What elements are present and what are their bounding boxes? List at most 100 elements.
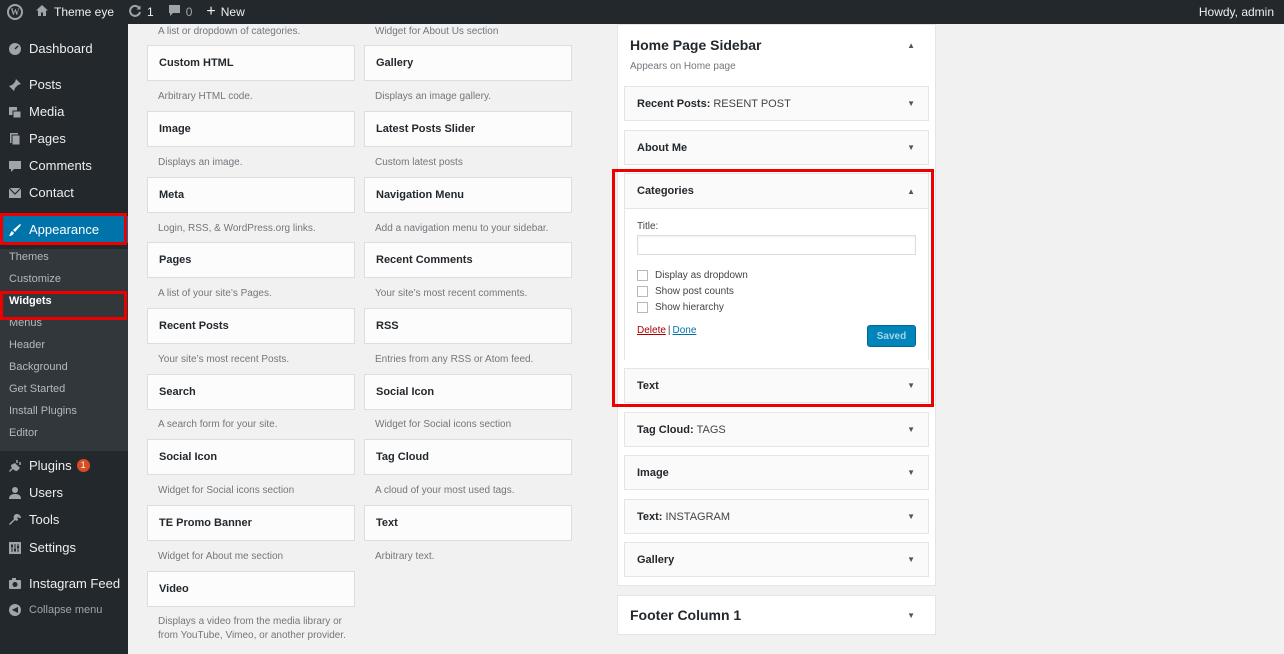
checkbox[interactable] xyxy=(637,285,648,297)
comments-link[interactable]: 0 xyxy=(161,0,200,24)
menu-comments-label: Comments xyxy=(29,158,92,173)
saved-button[interactable]: Saved xyxy=(867,325,916,347)
widget-text[interactable]: Text xyxy=(364,505,572,541)
submenu-customize[interactable]: Customize xyxy=(9,271,61,287)
menu-users-label: Users xyxy=(29,485,63,500)
menu-posts[interactable]: Posts xyxy=(0,71,128,98)
submenu-editor[interactable]: Editor xyxy=(9,425,38,441)
sidebar-widget-tag-cloud[interactable]: Tag Cloud: TAGS ▼ xyxy=(624,412,929,447)
menu-contact[interactable]: Contact xyxy=(0,179,128,206)
sidebar-widget-gallery[interactable]: Gallery ▼ xyxy=(624,542,929,577)
widget-latest-posts-slider[interactable]: Latest Posts Slider xyxy=(364,111,572,147)
option-display-as-dropdown[interactable]: Display as dropdown xyxy=(637,267,916,283)
widget-rss[interactable]: RSS xyxy=(364,308,572,344)
menu-appearance[interactable]: Appearance xyxy=(0,216,128,243)
widget-image[interactable]: Image xyxy=(147,111,355,147)
collapse-menu-button[interactable]: ◀ Collapse menu xyxy=(0,596,128,623)
caret-down-icon[interactable]: ▼ xyxy=(907,512,915,521)
menu-dashboard[interactable]: Dashboard xyxy=(0,35,128,62)
wordpress-logo-button[interactable]: W xyxy=(2,0,28,24)
link-separator: | xyxy=(667,325,671,336)
menu-settings[interactable]: Settings xyxy=(0,534,128,561)
menu-media[interactable]: Media xyxy=(0,98,128,125)
title-field[interactable] xyxy=(637,235,916,255)
sidebar-widget-text[interactable]: Text ▼ xyxy=(624,368,929,403)
widget-instance-title: TAGS xyxy=(696,423,726,436)
widget-search[interactable]: Search xyxy=(147,374,355,410)
comments-icon xyxy=(8,159,22,173)
camera-icon xyxy=(8,577,22,591)
collapse-arrow-icon: ◀ xyxy=(9,603,21,616)
home-sidebar-title[interactable]: Home Page Sidebar xyxy=(630,37,762,53)
new-content-link[interactable]: + New xyxy=(199,0,251,24)
caret-down-icon[interactable]: ▼ xyxy=(907,611,915,620)
sidebar-widget-recent-posts[interactable]: Recent Posts: RESENT POST ▼ xyxy=(624,86,929,121)
widget-desc: A search form for your site. xyxy=(158,419,278,430)
site-name-link[interactable]: Theme eye xyxy=(28,0,121,24)
delete-link[interactable]: Delete xyxy=(637,325,666,336)
categories-widget-header[interactable]: Categories ▲ xyxy=(625,174,928,209)
sidebar-widget-text-instagram[interactable]: Text: INSTAGRAM ▼ xyxy=(624,499,929,534)
widget-desc-about-us: Widget for About Us section xyxy=(375,26,499,37)
widget-recent-comments[interactable]: Recent Comments xyxy=(364,242,572,278)
widget-pages[interactable]: Pages xyxy=(147,242,355,278)
caret-down-icon[interactable]: ▼ xyxy=(907,99,915,108)
menu-users[interactable]: Users xyxy=(0,479,128,506)
widget-meta[interactable]: Meta xyxy=(147,177,355,213)
submenu-install-plugins[interactable]: Install Plugins xyxy=(9,403,77,419)
title-field-label: Title: xyxy=(637,221,659,232)
submenu-header[interactable]: Header xyxy=(9,337,45,353)
caret-down-icon[interactable]: ▼ xyxy=(907,381,915,390)
widget-recent-posts[interactable]: Recent Posts xyxy=(147,308,355,344)
widget-desc-categories: A list or dropdown of categories. xyxy=(158,26,301,37)
widget-te-promo-banner[interactable]: TE Promo Banner xyxy=(147,505,355,541)
widget-desc: Your site’s most recent comments. xyxy=(375,288,528,299)
pushpin-icon xyxy=(8,78,22,92)
menu-comments[interactable]: Comments xyxy=(0,152,128,179)
widget-tag-cloud[interactable]: Tag Cloud xyxy=(364,439,572,475)
option-show-hierarchy[interactable]: Show hierarchy xyxy=(637,299,916,315)
menu-instagram-feed[interactable]: Instagram Feed xyxy=(0,570,128,597)
done-link[interactable]: Done xyxy=(673,325,697,336)
footer-sidebar-title: Footer Column 1 xyxy=(630,607,742,623)
widget-desc: Widget for Social icons section xyxy=(375,419,512,430)
submenu-background[interactable]: Background xyxy=(9,359,68,375)
submenu-get-started[interactable]: Get Started xyxy=(9,381,65,397)
menu-posts-label: Posts xyxy=(29,77,62,92)
caret-down-icon[interactable]: ▼ xyxy=(907,468,915,477)
sidebar-widget-image[interactable]: Image ▼ xyxy=(624,455,929,490)
menu-dashboard-label: Dashboard xyxy=(29,41,93,56)
sidebar-widget-about-me[interactable]: About Me ▼ xyxy=(624,130,929,165)
caret-down-icon[interactable]: ▼ xyxy=(907,425,915,434)
updates-link[interactable]: 1 xyxy=(121,0,161,24)
widget-navigation-menu[interactable]: Navigation Menu xyxy=(364,177,572,213)
my-account-link[interactable]: Howdy, admin xyxy=(1192,0,1284,24)
widget-desc: Displays an image gallery. xyxy=(375,91,491,102)
caret-down-icon[interactable]: ▼ xyxy=(907,555,915,564)
widget-social-icon[interactable]: Social Icon xyxy=(364,374,572,410)
menu-pages[interactable]: Pages xyxy=(0,125,128,152)
updates-count: 1 xyxy=(147,5,154,19)
pages-icon xyxy=(8,132,22,146)
submenu-themes[interactable]: Themes xyxy=(9,249,49,265)
widget-title: Gallery xyxy=(637,553,675,566)
caret-up-icon[interactable]: ▲ xyxy=(907,187,915,196)
submenu-widgets[interactable]: Widgets xyxy=(9,293,52,309)
widget-control-links: Delete | Done xyxy=(637,325,696,336)
widget-video[interactable]: Video xyxy=(147,571,355,607)
caret-down-icon[interactable]: ▼ xyxy=(907,143,915,152)
checkbox[interactable] xyxy=(637,301,648,313)
menu-plugins[interactable]: Plugins 1 xyxy=(0,452,128,479)
option-show-post-counts[interactable]: Show post counts xyxy=(637,283,916,299)
widget-custom-html[interactable]: Custom HTML xyxy=(147,45,355,81)
widget-gallery[interactable]: Gallery xyxy=(364,45,572,81)
widget-desc: Entries from any RSS or Atom feed. xyxy=(375,354,534,365)
submenu-menus[interactable]: Menus xyxy=(9,315,42,331)
checkbox[interactable] xyxy=(637,269,648,281)
menu-tools[interactable]: Tools xyxy=(0,506,128,533)
footer-column-1-panel[interactable]: Footer Column 1 ▼ xyxy=(617,595,936,635)
menu-instagram-feed-label: Instagram Feed xyxy=(29,576,121,591)
widget-social-icon[interactable]: Social Icon xyxy=(147,439,355,475)
home-icon xyxy=(35,4,49,20)
caret-up-icon[interactable]: ▲ xyxy=(907,41,915,50)
